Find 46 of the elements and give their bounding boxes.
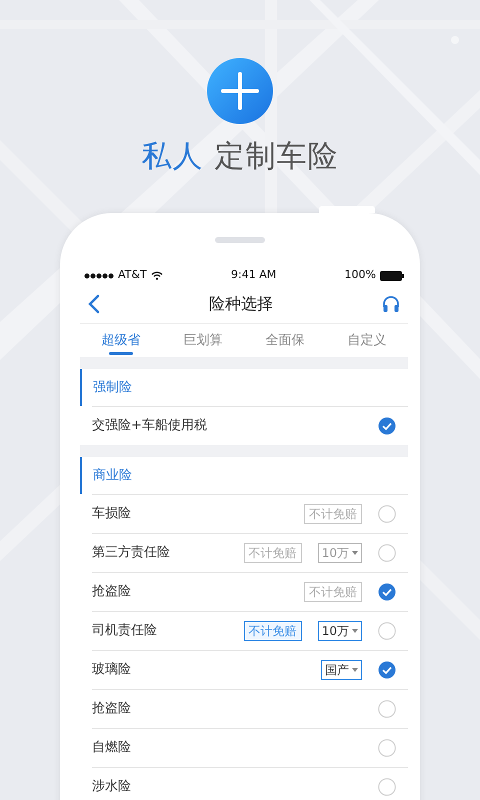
caret-icon [352, 551, 358, 555]
tab[interactable]: 巨划算 [162, 324, 244, 357]
wifi-icon [150, 271, 163, 280]
insurance-name: 涉水险 [92, 778, 132, 796]
speaker [215, 236, 265, 242]
radio-button[interactable] [378, 505, 396, 523]
plus-icon[interactable] [206, 57, 274, 125]
radio-button[interactable] [378, 778, 396, 796]
insurance-name: 交强险+车船使用税 [92, 417, 208, 436]
radio-button[interactable] [378, 544, 396, 562]
checked-radio[interactable] [378, 583, 396, 601]
waiver-toggle[interactable]: 不计免赔 [304, 504, 362, 524]
signal-icon [84, 272, 114, 278]
amount-dropdown[interactable]: 国产 [321, 660, 362, 680]
battery-icon [380, 270, 404, 280]
checked-radio[interactable] [378, 417, 396, 435]
insurance-name: 抢盗险 [92, 700, 132, 718]
insurance-name: 司机责任险 [92, 622, 158, 640]
section-title: 强制险 [93, 378, 132, 397]
tab[interactable]: 自定义 [326, 324, 408, 357]
waiver-toggle[interactable]: 不计免赔 [304, 582, 362, 602]
tab[interactable]: 全面保 [244, 324, 326, 357]
back-icon[interactable] [88, 294, 100, 314]
insurance-name: 车损险 [92, 505, 132, 524]
waiver-toggle[interactable]: 不计免赔 [244, 543, 302, 563]
radio-button[interactable] [378, 700, 396, 718]
insurance-name: 抢盗险 [92, 583, 132, 602]
page-title: 险种选择 [209, 293, 273, 315]
amount-dropdown[interactable]: 10万 [318, 543, 362, 563]
caret-icon [352, 629, 358, 633]
clock: 9:41 AM [231, 267, 276, 284]
battery-percent: 100% [344, 267, 376, 284]
radio-button[interactable] [378, 622, 396, 640]
checked-radio[interactable] [378, 661, 396, 679]
caret-icon [352, 668, 358, 672]
headline: 私人 定制车险 [140, 138, 340, 176]
insurance-name: 玻璃险 [92, 661, 132, 680]
headphones-icon[interactable] [382, 295, 400, 313]
insurance-name: 第三方责任险 [92, 544, 171, 562]
section-title: 商业险 [93, 466, 132, 485]
radio-button[interactable] [378, 739, 396, 757]
waiver-toggle[interactable]: 不计免赔 [244, 621, 302, 641]
tab[interactable]: 超级省 [80, 324, 162, 357]
insurance-name: 自燃险 [92, 739, 132, 758]
amount-dropdown[interactable]: 10万 [318, 621, 362, 641]
carrier-name: AT&T [118, 267, 147, 284]
